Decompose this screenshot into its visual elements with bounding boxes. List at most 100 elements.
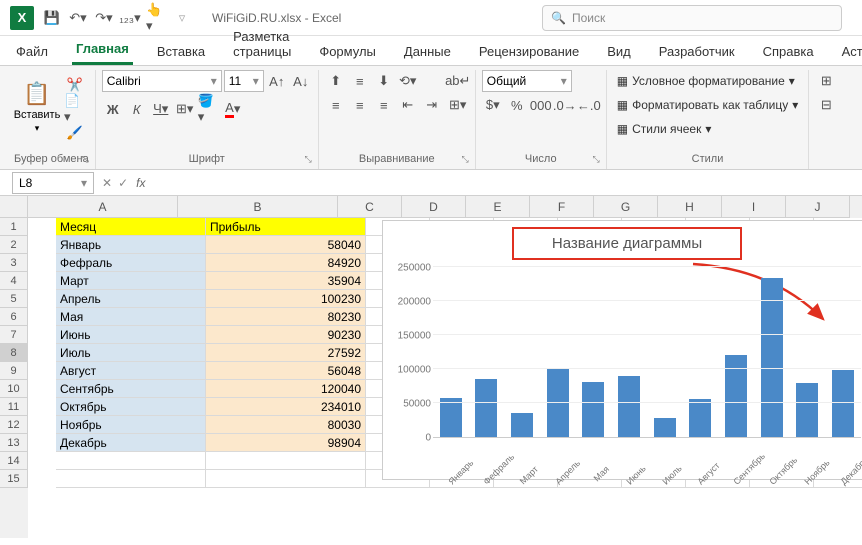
chart-bar[interactable] [582,382,604,437]
row-header[interactable]: 4 [0,272,28,290]
align-middle-icon[interactable]: ≡ [349,70,371,92]
cell[interactable]: 234010 [206,398,366,416]
number-format-select[interactable]: Общий▾ [482,70,572,92]
font-name-select[interactable]: Calibri▾ [102,70,222,92]
italic-button[interactable]: К [126,98,148,120]
cell[interactable]: 120040 [206,380,366,398]
cell[interactable]: Январь [56,236,206,254]
worksheet-grid[interactable]: ABCDEFGHIJ 123456789101112131415 МесяцПр… [0,196,862,538]
row-header[interactable]: 13 [0,434,28,452]
cell[interactable]: 90230 [206,326,366,344]
row-header[interactable]: 9 [0,362,28,380]
tab-аст[interactable]: Аст [838,38,862,65]
bold-button[interactable]: Ж [102,98,124,120]
increase-font-icon[interactable]: A↑ [266,70,288,92]
cell[interactable] [56,452,206,470]
indent-dec-icon[interactable]: ⇤ [397,94,419,116]
launcher-icon[interactable]: ⤡ [305,154,312,165]
cell[interactable]: Март [56,272,206,290]
name-box[interactable]: L8▾ [12,172,94,194]
row-header[interactable]: 6 [0,308,28,326]
format-icon[interactable]: ₁₂₃▾ [120,8,140,28]
column-header[interactable]: E [466,196,530,218]
align-center-icon[interactable]: ≡ [349,94,371,116]
row-header[interactable]: 3 [0,254,28,272]
chart-bar[interactable] [511,413,533,437]
percent-icon[interactable]: % [506,94,528,116]
paste-button[interactable]: 📋 Вставить ▾ [14,70,60,144]
embedded-chart[interactable]: Название диаграммы 050000100000150000200… [382,220,862,480]
align-top-icon[interactable]: ⬆ [325,70,347,92]
cell[interactable]: 58040 [206,236,366,254]
cell[interactable]: 100230 [206,290,366,308]
indent-inc-icon[interactable]: ⇥ [421,94,443,116]
enter-formula-icon[interactable]: ✓ [118,176,128,190]
tab-вставка[interactable]: Вставка [153,38,209,65]
cell[interactable]: Мая [56,308,206,326]
cell[interactable]: Август [56,362,206,380]
formula-input[interactable] [153,172,862,194]
row-header[interactable]: 15 [0,470,28,488]
cell[interactable]: Сентябрь [56,380,206,398]
column-header[interactable]: I [722,196,786,218]
column-header[interactable]: C [338,196,402,218]
cell[interactable]: Июнь [56,326,206,344]
undo-icon[interactable]: ↶▾ [68,8,88,28]
cell[interactable]: 80030 [206,416,366,434]
column-header[interactable]: B [178,196,338,218]
redo-icon[interactable]: ↷▾ [94,8,114,28]
launcher-icon[interactable]: ⤡ [82,154,89,165]
row-header[interactable]: 1 [0,218,28,236]
chart-bar[interactable] [832,370,854,437]
row-header[interactable]: 2 [0,236,28,254]
tab-данные[interactable]: Данные [400,38,455,65]
decimal-inc-icon[interactable]: .0→ [554,94,576,116]
column-header[interactable]: J [786,196,850,218]
cell[interactable]: Октябрь [56,398,206,416]
tab-разметка страницы[interactable]: Разметка страницы [229,23,295,65]
comma-icon[interactable]: 000 [530,94,552,116]
insert-cells-icon[interactable]: ⊞ [815,70,837,92]
cancel-formula-icon[interactable]: ✕ [102,176,112,190]
underline-button[interactable]: Ч▾ [150,98,172,120]
save-icon[interactable]: 💾 [42,8,62,28]
chart-bar[interactable] [689,399,711,437]
format-as-table-button[interactable]: ▦Форматировать как таблицу▾ [613,94,803,116]
cell[interactable]: 80230 [206,308,366,326]
column-header[interactable]: H [658,196,722,218]
cell-styles-button[interactable]: ▦Стили ячеек▾ [613,118,803,140]
cell[interactable]: 56048 [206,362,366,380]
tab-файл[interactable]: Файл [12,38,52,65]
chart-bar[interactable] [654,418,676,437]
row-header[interactable]: 12 [0,416,28,434]
chart-bar[interactable] [440,398,462,437]
row-header[interactable]: 8 [0,344,28,362]
align-bottom-icon[interactable]: ⬇ [373,70,395,92]
fill-color-icon[interactable]: 🪣▾ [198,98,220,120]
align-left-icon[interactable]: ≡ [325,94,347,116]
cell[interactable]: Апрель [56,290,206,308]
conditional-formatting-button[interactable]: ▦Условное форматирование▾ [613,70,803,92]
merge-icon[interactable]: ⊞▾ [447,94,469,116]
delete-cells-icon[interactable]: ⊟ [815,94,837,116]
orientation-icon[interactable]: ⟲▾ [397,70,419,92]
launcher-icon[interactable]: ⤡ [462,154,469,165]
decrease-font-icon[interactable]: A↓ [290,70,312,92]
row-header[interactable]: 7 [0,326,28,344]
fx-icon[interactable]: fx [136,176,145,190]
cell[interactable]: Прибыль [206,218,366,236]
cell[interactable]: 27592 [206,344,366,362]
chart-bar[interactable] [761,278,783,437]
decimal-dec-icon[interactable]: ←.0 [578,94,600,116]
cell[interactable] [206,452,366,470]
borders-icon[interactable]: ⊞▾ [174,98,196,120]
currency-icon[interactable]: $▾ [482,94,504,116]
wrap-text-icon[interactable]: ab↵ [447,70,469,92]
tab-вид[interactable]: Вид [603,38,635,65]
font-color-icon[interactable]: A▾ [222,98,244,120]
tab-разработчик[interactable]: Разработчик [655,38,739,65]
cell[interactable]: 98904 [206,434,366,452]
align-right-icon[interactable]: ≡ [373,94,395,116]
cell[interactable]: Декабрь [56,434,206,452]
cell[interactable]: 35904 [206,272,366,290]
